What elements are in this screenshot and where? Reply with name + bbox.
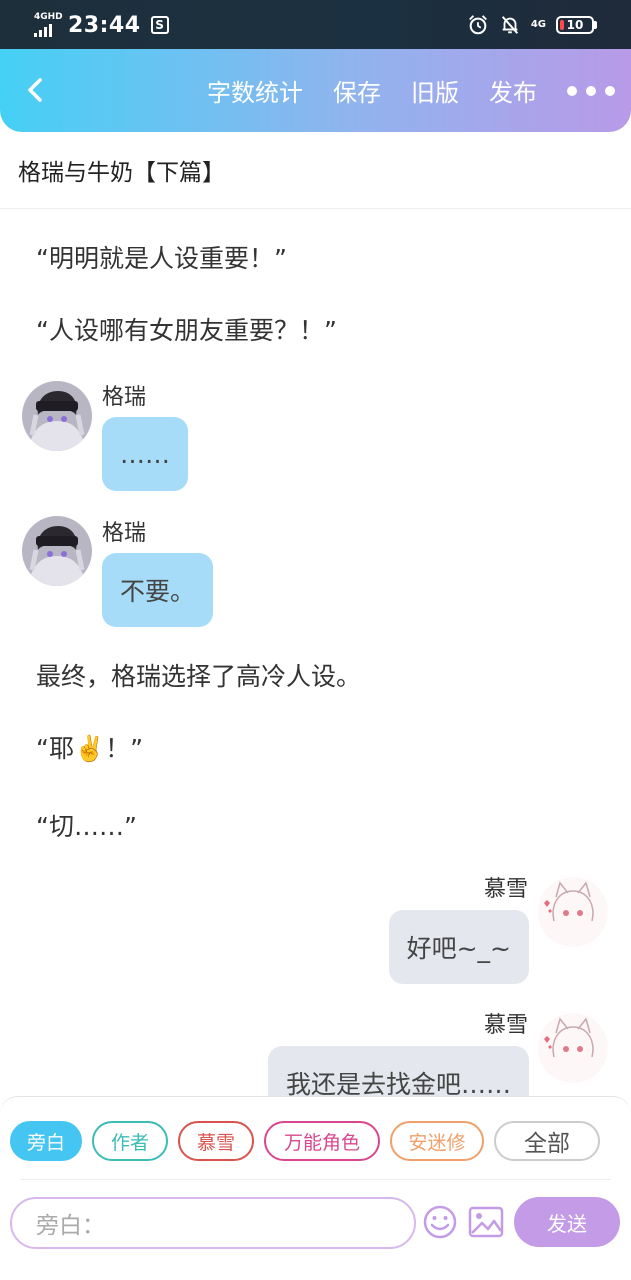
story-content[interactable]: “明明就是人设重要！” “人设哪有女朋友重要？！” 格瑞 …… 格瑞 不要。 最… <box>0 209 631 1096</box>
avatar-gerui[interactable] <box>22 381 92 451</box>
signal-icon: 4GHD <box>34 12 63 37</box>
send-button[interactable]: 发送 <box>514 1197 620 1247</box>
back-arrow-icon[interactable] <box>22 75 50 105</box>
lte-label: 4G <box>530 19 546 30</box>
s-badge-icon: S <box>150 16 169 34</box>
chat-bubble[interactable]: 好吧~_~ <box>388 910 529 984</box>
more-options-icon[interactable] <box>567 85 615 96</box>
publish-button[interactable]: 发布 <box>489 73 537 108</box>
chat-bubble[interactable]: 我还是去找金吧…… <box>267 1046 529 1096</box>
divider <box>20 1179 611 1180</box>
avatar-gerui[interactable] <box>22 516 92 586</box>
battery-icon: 10 <box>556 16 597 34</box>
speaker-name: 慕雪 <box>483 877 528 902</box>
mute-bell-icon <box>501 16 518 34</box>
narration-line[interactable]: “切……” <box>36 807 137 843</box>
emoji-icon[interactable] <box>422 1204 458 1240</box>
role-chip-universal[interactable]: 万能角色 <box>264 1121 380 1161</box>
word-count-button[interactable]: 字数统计 <box>207 73 303 108</box>
narration-line[interactable]: “人设哪有女朋友重要？！” <box>36 311 337 347</box>
role-chip-muxue[interactable]: 慕雪 <box>178 1121 254 1161</box>
message-input[interactable]: 旁白： <box>10 1197 416 1249</box>
speaker-name: 慕雪 <box>483 1013 528 1038</box>
narration-line[interactable]: “明明就是人设重要！” <box>36 239 287 275</box>
chat-bubble[interactable]: …… <box>102 417 188 491</box>
document-title-row[interactable]: 格瑞与牛奶【下篇】 <box>0 132 631 209</box>
input-placeholder: 旁白： <box>36 1213 105 1239</box>
status-bar: 4GHD 23:44 S 4G 10 <box>0 0 631 50</box>
alarm-icon <box>468 15 487 35</box>
image-icon[interactable] <box>468 1205 504 1239</box>
save-button[interactable]: 保存 <box>333 73 381 108</box>
speaker-name: 格瑞 <box>102 385 147 410</box>
editor-toolbar: 字数统计 保存 旧版 发布 <box>0 49 631 132</box>
role-chip-all[interactable]: 全部 <box>494 1121 600 1161</box>
status-time: 23:44 <box>68 12 141 38</box>
chat-bubble[interactable]: 不要。 <box>102 553 214 627</box>
composer-panel: 旁白 作者 慕雪 万能角色 安迷修 全部 旁白： 发送 <box>0 1096 631 1280</box>
narration-line[interactable]: “耶✌️！” <box>36 729 143 765</box>
narration-line[interactable]: 最终，格瑞选择了高冷人设。 <box>36 657 361 693</box>
role-chip-author[interactable]: 作者 <box>92 1121 168 1161</box>
avatar-muxue[interactable] <box>538 1013 608 1083</box>
role-chip-anmixiu[interactable]: 安迷修 <box>390 1121 484 1161</box>
avatar-muxue[interactable] <box>538 877 608 947</box>
old-version-button[interactable]: 旧版 <box>411 73 459 108</box>
battery-level: 10 <box>566 18 584 32</box>
network-label: 4GHD <box>34 12 63 22</box>
role-selector: 旁白 作者 慕雪 万能角色 安迷修 全部 <box>10 1121 600 1161</box>
document-title: 格瑞与牛奶【下篇】 <box>18 160 225 186</box>
speaker-name: 格瑞 <box>102 521 147 546</box>
role-chip-narrator[interactable]: 旁白 <box>10 1121 82 1161</box>
